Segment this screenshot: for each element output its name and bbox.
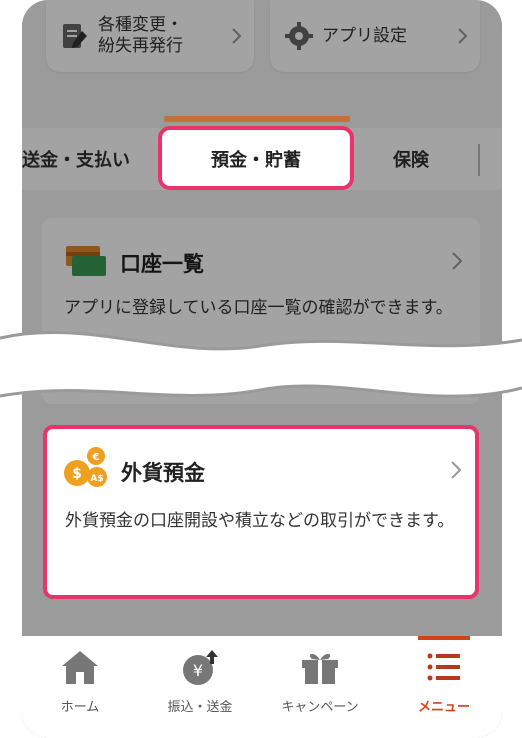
change-reissue-button[interactable]: 各種変更・ 紛失再発行 bbox=[46, 0, 254, 72]
foreign-deposit-card[interactable]: $ € A$ 外貨預金 外貨預金の口座開設や積立などの取引ができます。 bbox=[43, 425, 479, 599]
gift-icon bbox=[302, 653, 338, 684]
foreign-deposit-title: 外貨預金 bbox=[121, 461, 205, 485]
omission-wave bbox=[0, 331, 522, 398]
tab-deposit-savings[interactable]: 預金・貯蓄 bbox=[158, 116, 354, 190]
gear-icon bbox=[285, 22, 313, 50]
home-icon bbox=[62, 651, 98, 684]
cards-icon bbox=[66, 246, 106, 276]
nav-campaign[interactable]: キャンペーン bbox=[272, 648, 368, 715]
chevron-right-icon bbox=[452, 252, 463, 270]
nav-menu-label: メニュー bbox=[417, 700, 470, 715]
euro-coin-label: € bbox=[92, 452, 100, 463]
foreign-deposit-desc: 外貨預金の口座開設や積立などの取引ができます。 bbox=[65, 511, 455, 531]
aud-coin-label: A$ bbox=[90, 474, 103, 484]
nav-transfer[interactable]: ¥ 振込・送金 bbox=[152, 648, 248, 715]
document-pen-icon bbox=[63, 24, 87, 48]
account-list-desc: アプリに登録している口座一覧の確認ができます。 bbox=[64, 298, 453, 318]
app-settings-button[interactable]: アプリ設定 bbox=[270, 0, 480, 72]
dollar-coin-label: $ bbox=[72, 466, 82, 482]
nav-transfer-label: 振込・送金 bbox=[167, 700, 233, 715]
menu-list-icon bbox=[427, 653, 460, 681]
nav-active-indicator bbox=[418, 636, 470, 640]
bottom-navigation: ホーム ¥ 振込・送金 キャンペーン メニュー bbox=[22, 636, 502, 738]
app-settings-label: アプリ設定 bbox=[322, 25, 407, 46]
tab-divider bbox=[478, 144, 480, 176]
tab-active-indicator bbox=[164, 116, 350, 122]
svg-text:¥: ¥ bbox=[193, 661, 203, 680]
nav-home[interactable]: ホーム bbox=[32, 648, 128, 715]
yen-coin-icon: ¥ bbox=[183, 650, 218, 685]
nav-menu[interactable]: メニュー bbox=[396, 648, 492, 715]
account-list-title: 口座一覧 bbox=[120, 252, 204, 276]
tab-deposit-label: 預金・貯蓄 bbox=[211, 150, 301, 171]
chevron-right-icon bbox=[451, 461, 462, 479]
foreign-coins-icon: $ € A$ bbox=[64, 447, 107, 487]
nav-home-label: ホーム bbox=[60, 700, 100, 715]
tab-insurance[interactable]: 保険 bbox=[393, 146, 429, 172]
nav-campaign-label: キャンペーン bbox=[281, 700, 359, 715]
chevron-right-icon bbox=[458, 28, 468, 44]
chevron-right-icon bbox=[232, 28, 242, 44]
tab-send-pay[interactable]: 送金・支払い bbox=[22, 146, 130, 172]
change-reissue-label: 各種変更・ 紛失再発行 bbox=[98, 15, 183, 56]
